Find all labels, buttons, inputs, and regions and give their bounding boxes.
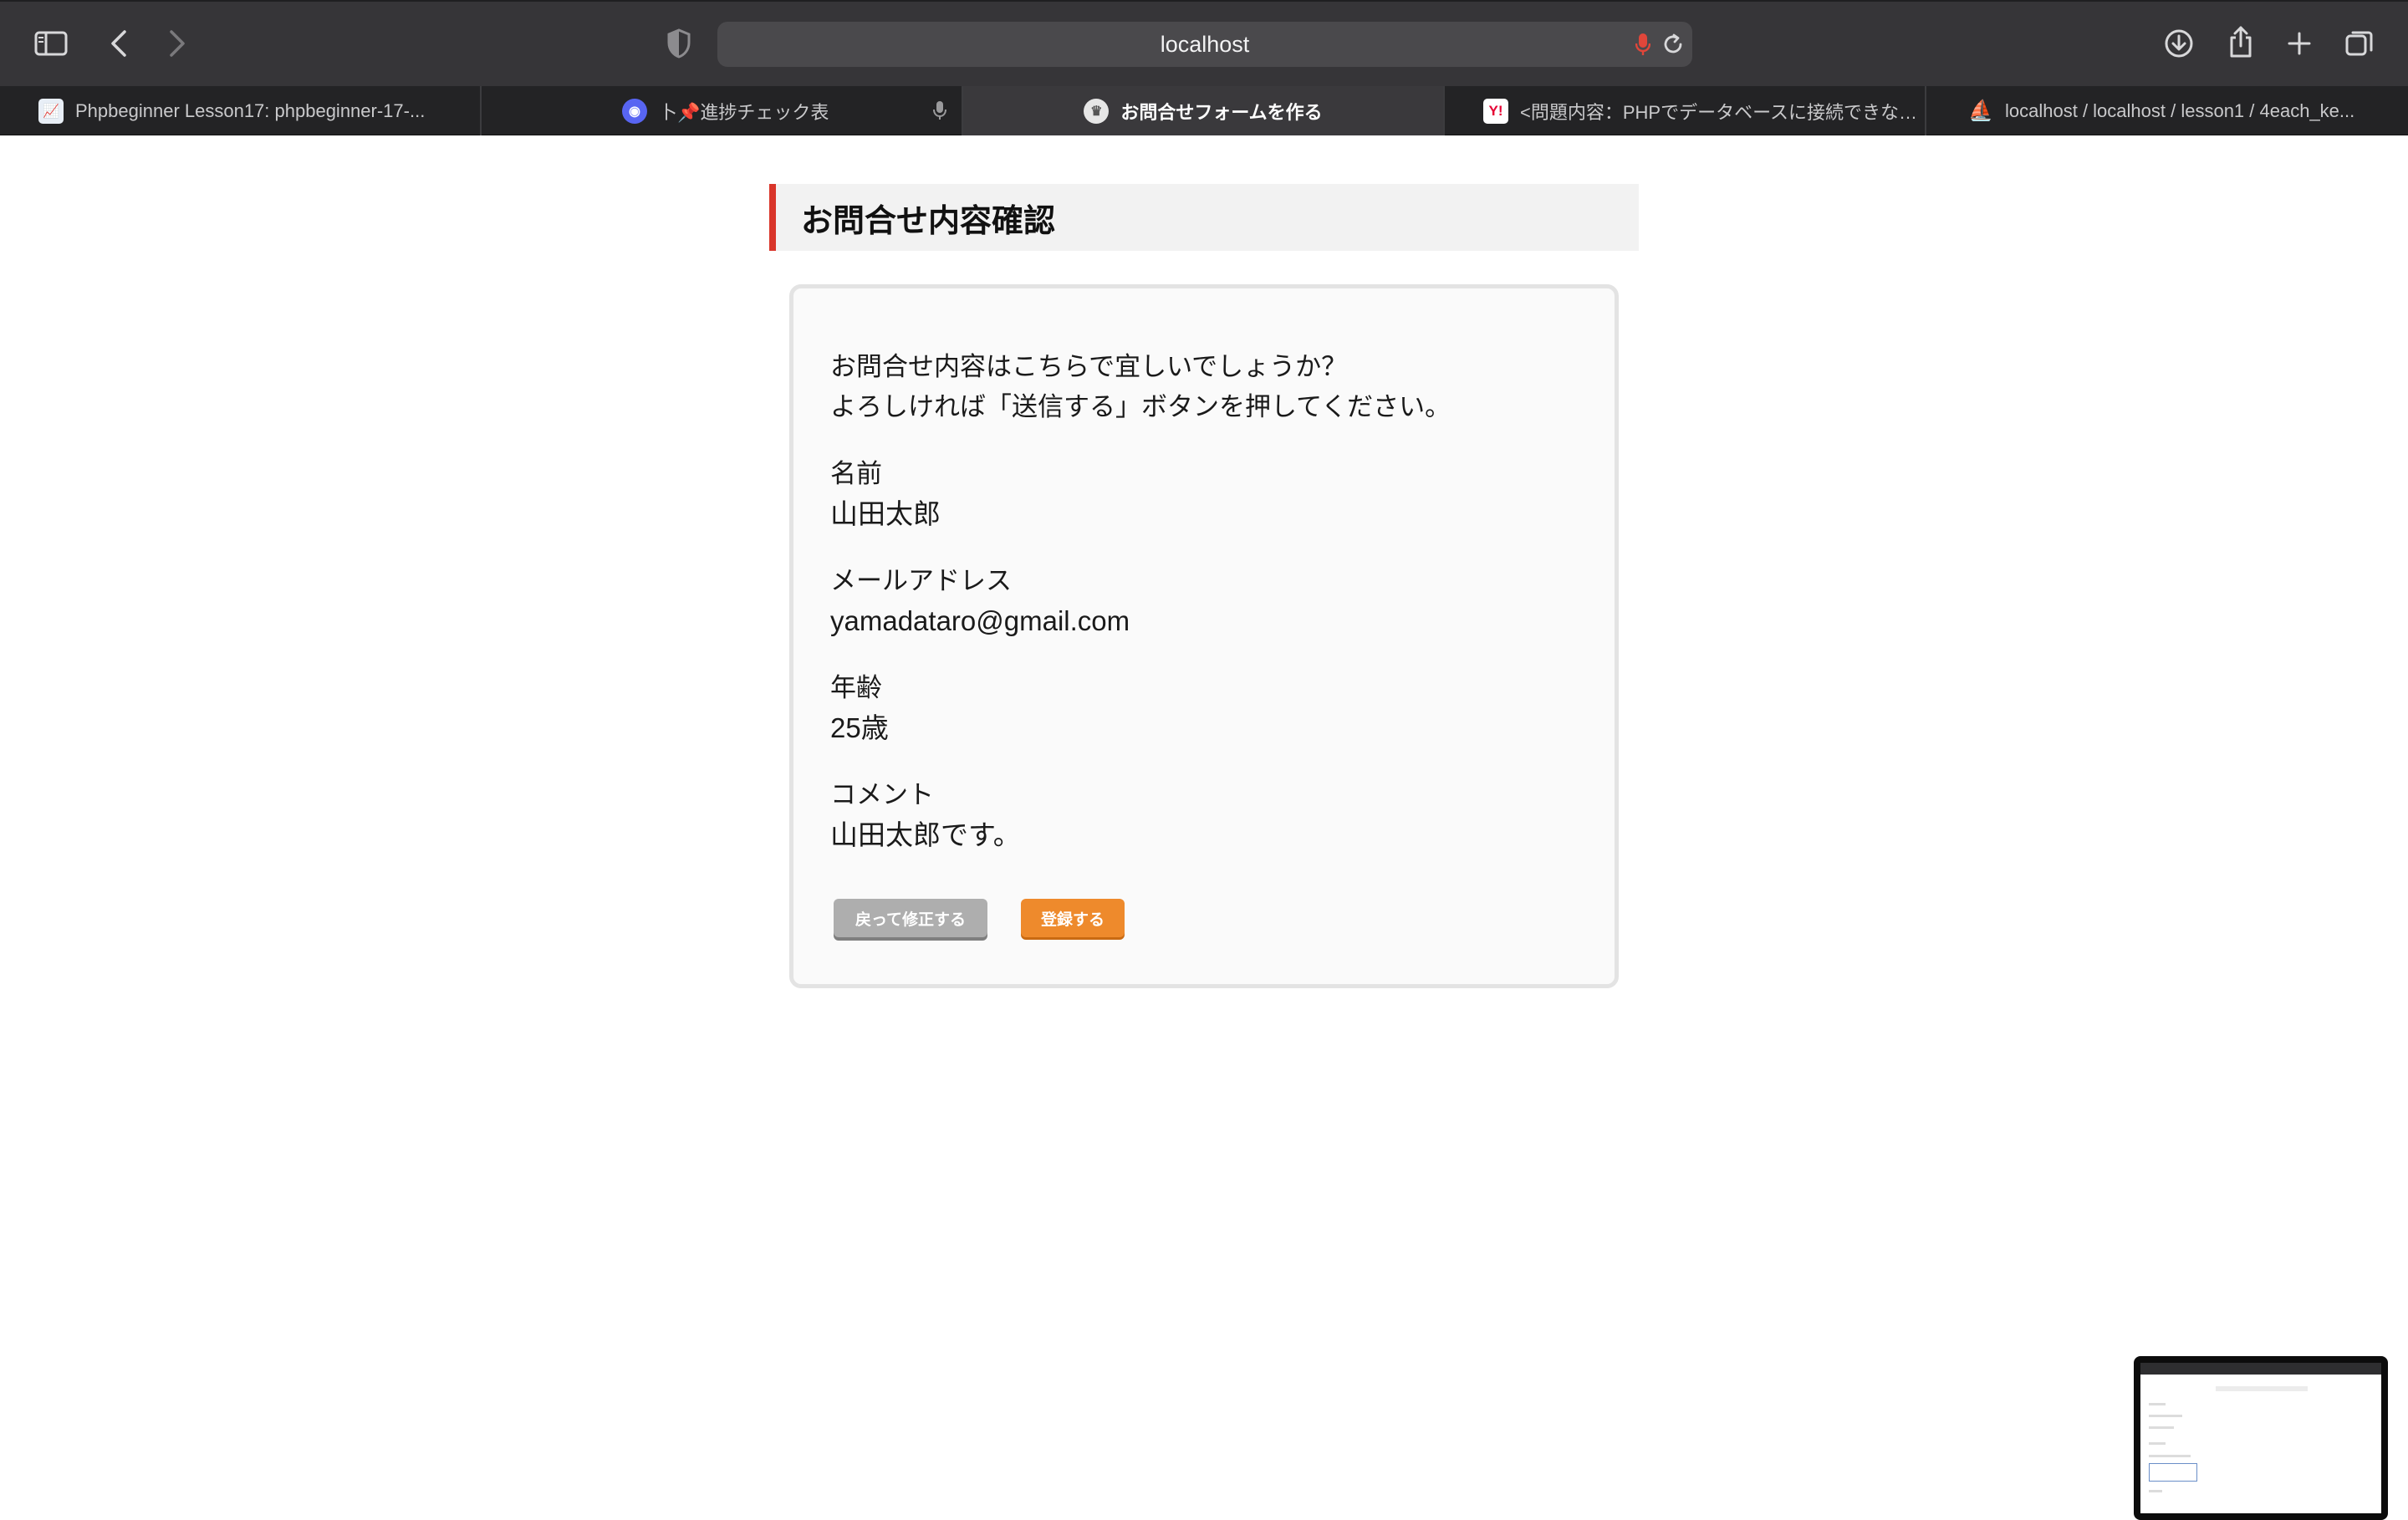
field-label: 名前: [830, 459, 882, 489]
site-favicon-icon: ♛: [1084, 98, 1110, 124]
confirmation-message-line-1: お問合せ内容はこちらで宜しいでしょうか？: [830, 352, 1348, 382]
new-tab-plus-icon[interactable]: [2283, 27, 2316, 60]
back-edit-button[interactable]: 戻って修正する: [834, 899, 987, 937]
thumbnail-preview: [2140, 1363, 2381, 1513]
tab-title: localhost / localhost / lesson1 / 4each_…: [2005, 99, 2355, 121]
field-comment: コメント 山田太郎です。: [830, 775, 1578, 855]
tab-title: Phpbeginner Lesson17: phpbeginner-17-...: [75, 99, 426, 121]
thumbnail-line: [2149, 1442, 2166, 1445]
thumbnail-toolbar: [2140, 1363, 2381, 1375]
tab-yahoo-chiebukuro[interactable]: Y! <問題内容：PHPでデータベースに接続できな…: [1445, 86, 1926, 135]
thumbnail-box: [2149, 1463, 2197, 1482]
field-age: 年齢 25歳: [830, 668, 1578, 748]
tab-phpmyadmin[interactable]: ⛵ localhost / localhost / lesson1 / 4eac…: [1926, 86, 2408, 135]
field-value: 山田太郎: [830, 498, 941, 529]
thumbnail-line: [2149, 1403, 2166, 1405]
browser-toolbar: localhost: [0, 0, 2408, 86]
field-name: 名前 山田太郎: [830, 454, 1578, 534]
chart-favicon-icon: 📈: [38, 98, 64, 124]
field-value: yamadataro@gmail.com: [830, 605, 1130, 636]
field-value: 25歳: [830, 712, 889, 743]
confirmation-card: お問合せ内容はこちらで宜しいでしょうか？ よろしければ「送信する」ボタンを押して…: [789, 284, 1619, 988]
field-label: 年齢: [830, 673, 882, 703]
register-button[interactable]: 登録する: [1021, 899, 1125, 937]
share-icon[interactable]: [2224, 23, 2258, 60]
sidebar-toggle-icon[interactable]: [32, 27, 70, 60]
tab-phpbeginner[interactable]: 📈 Phpbeginner Lesson17: phpbeginner-17-.…: [0, 86, 482, 135]
url-text: localhost: [1160, 31, 1250, 57]
tab-contact-form[interactable]: ♛ お問合せフォームを作る: [963, 86, 1445, 135]
confirmation-message: お問合せ内容はこちらで宜しいでしょうか？ よろしければ「送信する」ボタンを押して…: [830, 347, 1578, 427]
phpmyadmin-favicon-icon: ⛵: [1968, 99, 1993, 122]
page-title: お問合せ内容確認: [769, 184, 1639, 251]
tab-title: <問題内容：PHPでデータベースに接続できな…: [1520, 101, 1917, 123]
thumbnail-line: [2149, 1426, 2174, 1429]
screenshot-thumbnail[interactable]: [2134, 1356, 2388, 1520]
forward-arrow-icon[interactable]: [161, 27, 194, 60]
microphone-icon[interactable]: [1629, 30, 1657, 59]
action-buttons: 戻って修正する 登録する: [834, 899, 1125, 937]
downloads-icon[interactable]: [2162, 27, 2196, 60]
address-bar[interactable]: localhost: [717, 22, 1692, 67]
tab-discord[interactable]: ◉ 卜📌進捗チェック表: [482, 86, 963, 135]
tab-bar: 📈 Phpbeginner Lesson17: phpbeginner-17-.…: [0, 86, 2408, 135]
thumbnail-line: [2216, 1386, 2308, 1391]
tab-title: 卜📌進捗チェック表: [659, 101, 829, 123]
tab-title: お問合せフォームを作る: [1120, 101, 1323, 123]
page-content: お問合せ内容確認 お問合せ内容はこちらで宜しいでしょうか？ よろしければ「送信す…: [0, 135, 2408, 1520]
privacy-shield-icon[interactable]: [662, 27, 696, 60]
yahoo-favicon-icon: Y!: [1483, 98, 1508, 124]
tab-overview-icon[interactable]: [2343, 27, 2376, 60]
confirmation-message-line-2: よろしければ「送信する」ボタンを押してください。: [830, 392, 1451, 422]
field-label: コメント: [830, 780, 934, 810]
field-value: 山田太郎です。: [830, 819, 1021, 850]
thumbnail-line: [2149, 1455, 2191, 1457]
back-arrow-icon[interactable]: [102, 27, 135, 60]
reload-icon[interactable]: [1659, 30, 1687, 59]
discord-favicon-icon: ◉: [622, 98, 647, 124]
field-label: メールアドレス: [830, 566, 1012, 596]
tab-microphone-icon[interactable]: [933, 99, 946, 126]
field-email: メールアドレス yamadataro@gmail.com: [830, 561, 1578, 641]
thumbnail-line: [2149, 1415, 2182, 1417]
thumbnail-line: [2149, 1490, 2162, 1492]
